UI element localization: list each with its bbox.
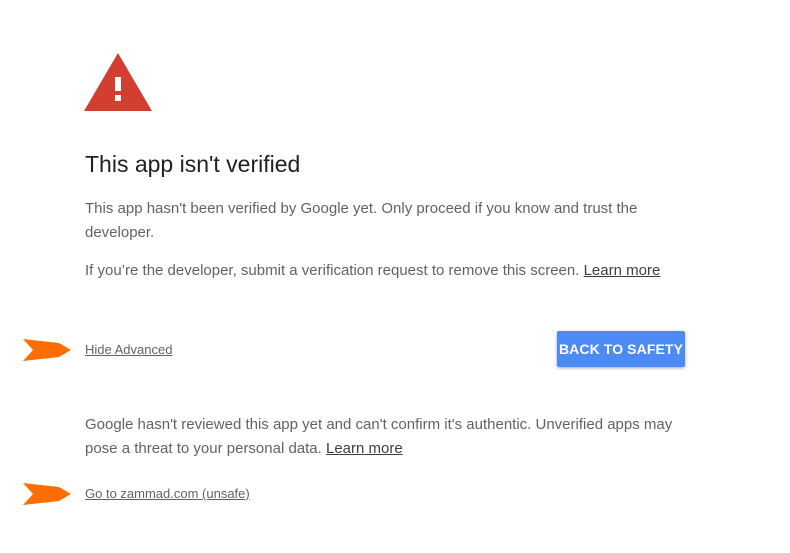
page-title: This app isn't verified bbox=[85, 151, 301, 177]
advanced-warning: Google hasn't reviewed this app yet and … bbox=[85, 413, 685, 460]
learn-more-link-advanced[interactable]: Learn more bbox=[326, 440, 403, 457]
orange-arrow-icon bbox=[23, 339, 71, 361]
verification-notice: This app hasn't been verified by Google … bbox=[85, 200, 638, 241]
go-to-unsafe-site-link[interactable]: Go to zammad.com (unsafe) bbox=[85, 486, 250, 501]
hide-advanced-link[interactable]: Hide Advanced bbox=[85, 342, 172, 357]
back-to-safety-button[interactable]: BACK TO SAFETY bbox=[557, 331, 685, 367]
warning-triangle-icon bbox=[84, 53, 152, 111]
unverified-app-screen: This app isn't verified This app hasn't … bbox=[0, 0, 790, 553]
developer-notice: If you’re the developer, submit a verifi… bbox=[85, 259, 685, 283]
learn-more-link[interactable]: Learn more bbox=[584, 262, 661, 279]
orange-arrow-icon bbox=[23, 483, 71, 505]
developer-notice-text: If you’re the developer, submit a verifi… bbox=[85, 262, 584, 279]
